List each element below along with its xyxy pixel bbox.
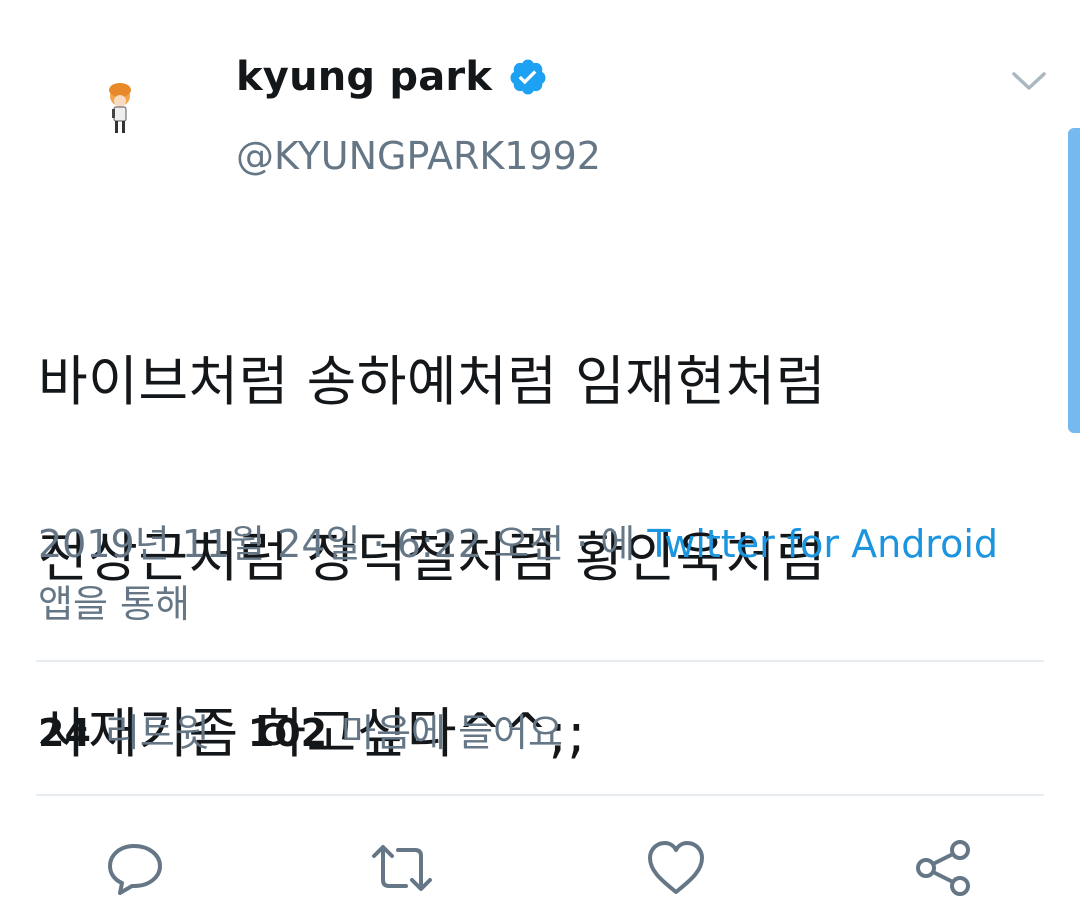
via-prefix: 에 (600, 522, 648, 566)
retweets-label[interactable]: 리트윗 (105, 702, 210, 757)
likes-label[interactable]: 마음에 들어요 (341, 702, 563, 757)
divider (36, 660, 1044, 662)
meta-separator: · (360, 522, 397, 566)
reply-icon (108, 844, 162, 895)
source-link[interactable]: Twitter for Android (647, 522, 998, 566)
display-name-text: kyung park (236, 54, 493, 100)
meta-separator: · (564, 522, 601, 566)
scrollbar[interactable] (1068, 128, 1080, 433)
divider (36, 794, 1044, 796)
avatar[interactable] (60, 44, 180, 164)
like-button[interactable] (644, 836, 708, 900)
tweet-detail-page: kyung park @KYUNGPARK1992 바이브처럼 송하예처럼 임재… (0, 0, 1080, 920)
author-handle[interactable]: @KYUNGPARK1992 (236, 134, 601, 178)
retweet-icon (372, 845, 432, 891)
share-button[interactable] (912, 836, 976, 900)
via-suffix: 앱을 통해 (38, 582, 190, 626)
tweet-metadata: 2019년 11월 24일 · 6:22 오전 · 에 Twitter for … (38, 514, 1038, 634)
author-display-name[interactable]: kyung park (236, 54, 548, 100)
tweet-time: 6:22 오전 (396, 522, 565, 566)
verified-badge-icon (508, 57, 548, 97)
retweet-button[interactable] (370, 836, 434, 900)
likes-count[interactable]: 102 (248, 711, 327, 755)
tweet-text-line: 바이브처럼 송하예처럼 임재현처럼 (38, 350, 827, 413)
avatar-illustration (109, 83, 131, 133)
reply-button[interactable] (104, 836, 168, 900)
share-icon (916, 840, 970, 896)
retweets-count[interactable]: 24 (38, 711, 91, 755)
tweet-actions (0, 836, 1080, 906)
tweet-stats: 24 리트윗 102 마음에 들어요 (38, 702, 563, 757)
chevron-down-icon[interactable] (1010, 66, 1048, 96)
heart-icon (648, 841, 704, 894)
tweet-date: 2019년 11월 24일 (38, 522, 361, 566)
